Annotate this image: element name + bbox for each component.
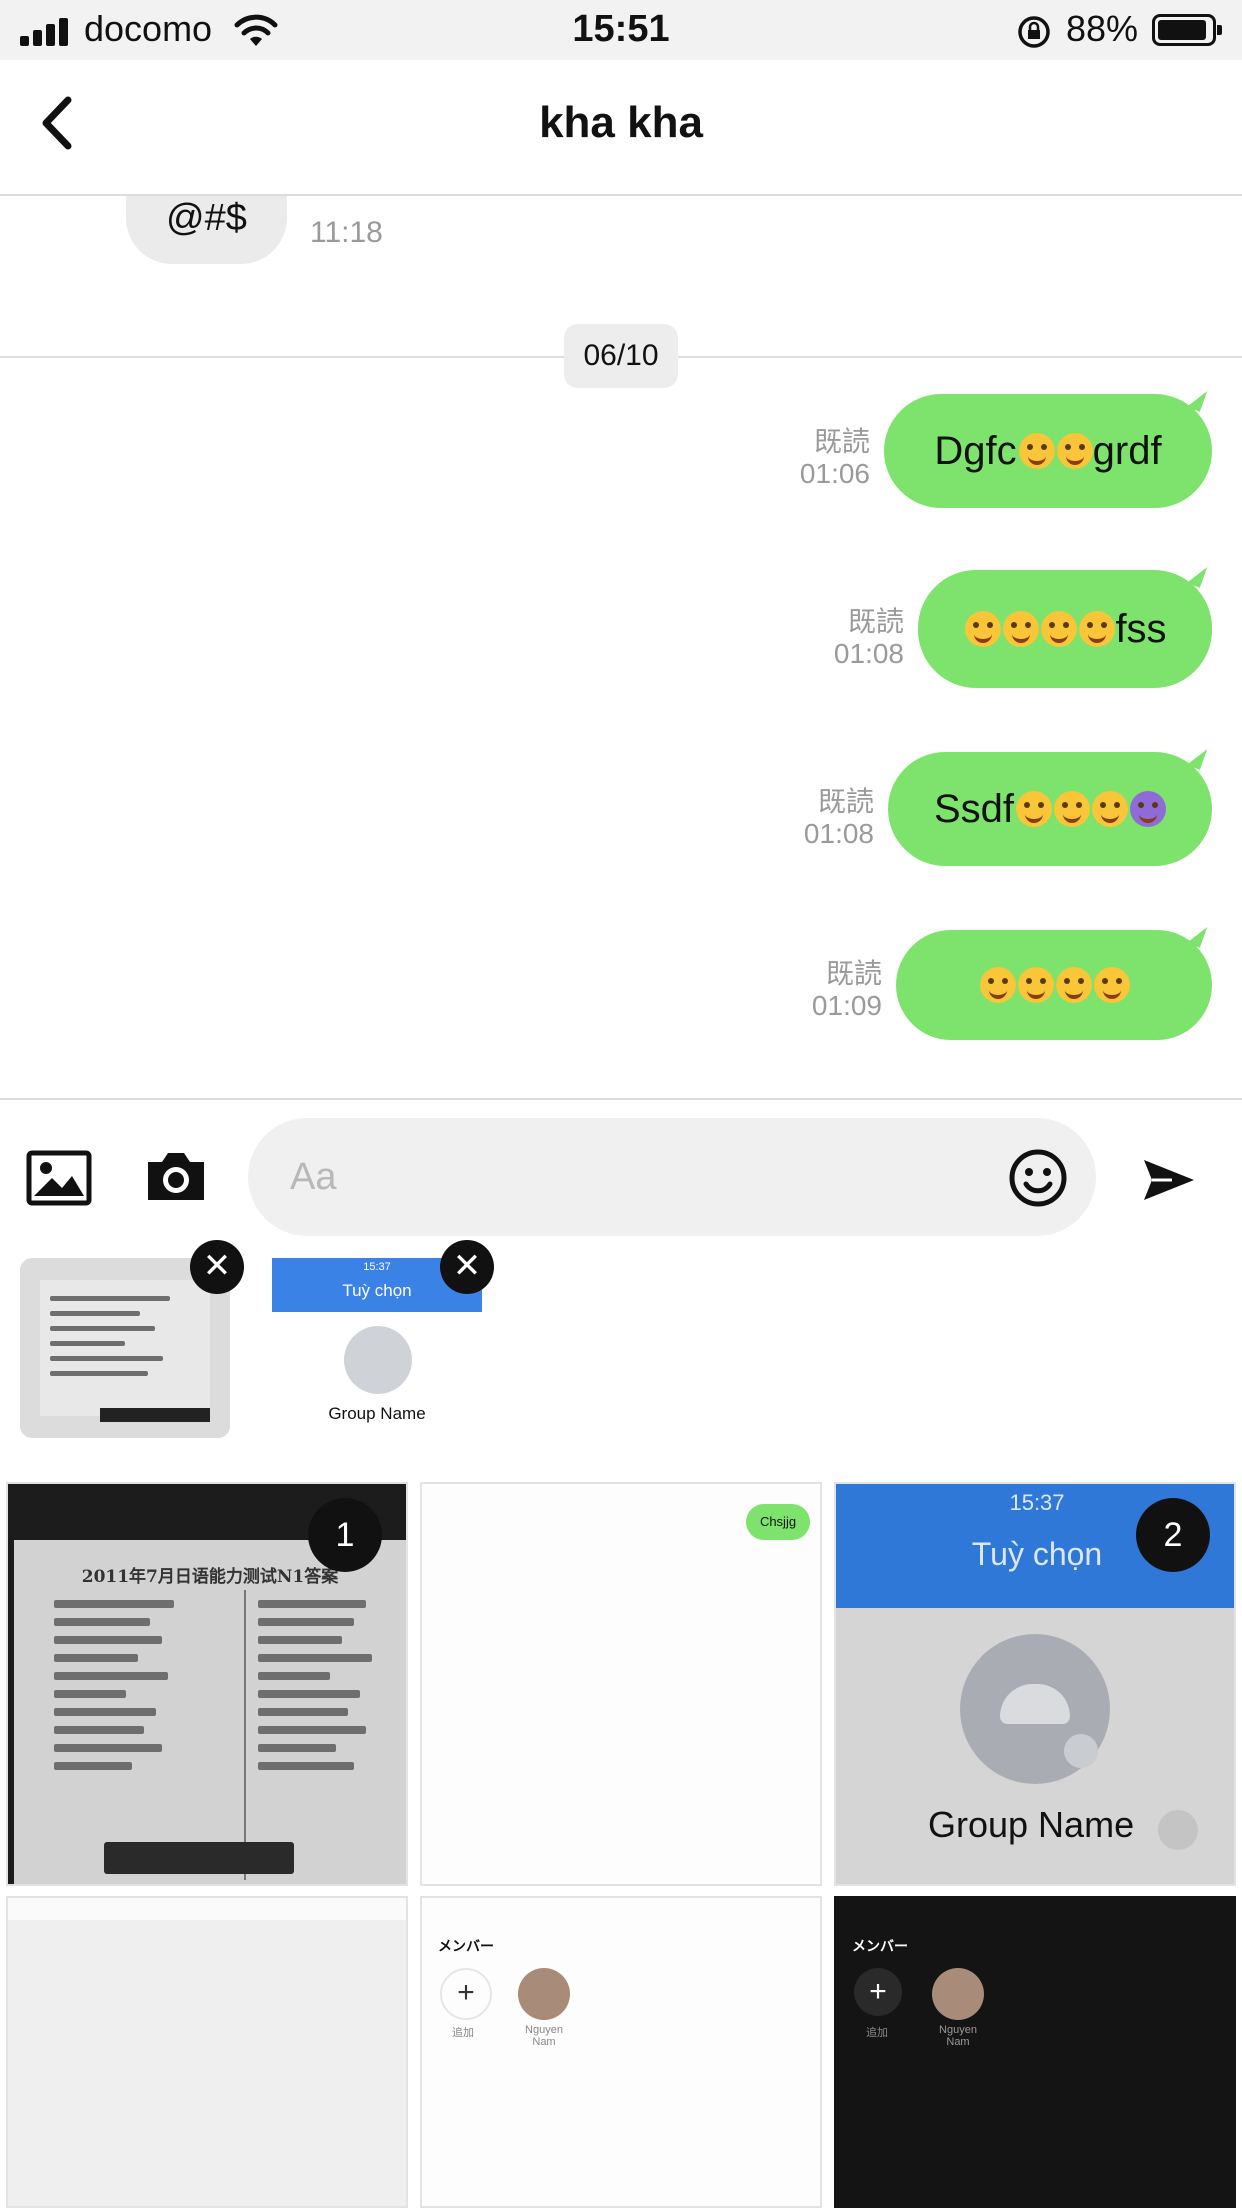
message-meta: 既読 01:09 bbox=[782, 958, 882, 1022]
kissing-emoji-icon bbox=[965, 611, 1002, 647]
add-member-icon: + bbox=[440, 1968, 492, 2020]
kissing-emoji-icon bbox=[980, 967, 1016, 1003]
photo-gallery[interactable]: 2011年7月日语能力测试N1答案 1 Chsjjg 15:37 Tuỳ chọ… bbox=[0, 1478, 1242, 2208]
devil-emoji-icon bbox=[1130, 791, 1167, 827]
winking-emoji-icon bbox=[1079, 611, 1116, 647]
group-avatar-icon bbox=[960, 1634, 1110, 1784]
message-time: 01:09 bbox=[811, 990, 882, 1021]
thumb-bubble: Chsjjg bbox=[746, 1504, 810, 1540]
yummy-emoji-icon bbox=[1016, 791, 1053, 827]
emoji-icon[interactable] bbox=[1008, 1148, 1068, 1208]
winking-emoji-icon bbox=[1092, 791, 1129, 827]
gallery-photo-members-dark[interactable]: メンバー + 追加 Nguyen Nam bbox=[834, 1896, 1236, 2208]
gallery-photo-chat[interactable]: Chsjjg bbox=[420, 1482, 822, 1886]
smiling-emoji-icon bbox=[1056, 967, 1092, 1003]
message-list[interactable]: @#$ 11:18 06/10 既読 01:06 Dgfc grdf 既読 01… bbox=[0, 196, 1242, 1098]
read-label: 既読 bbox=[847, 606, 904, 637]
clock: 15:51 bbox=[572, 8, 670, 50]
message-input[interactable]: Aa bbox=[248, 1118, 1096, 1236]
battery-icon bbox=[1152, 14, 1222, 46]
chat-title: kha kha bbox=[539, 98, 703, 147]
composer-bar: Aa bbox=[0, 1098, 1242, 1240]
thumb-group-name: Group Name bbox=[928, 1804, 1135, 1845]
battery-percent: 88% bbox=[1066, 8, 1139, 49]
message-time: 01:06 bbox=[799, 458, 870, 489]
camera-icon[interactable] bbox=[144, 1148, 208, 1204]
add-label: 追加 bbox=[452, 2027, 474, 2039]
grinning-emoji-icon bbox=[1018, 433, 1055, 469]
message-time: 01:08 bbox=[833, 638, 904, 669]
read-label: 既読 bbox=[825, 958, 882, 989]
message-meta: 既読 01:06 bbox=[770, 426, 870, 490]
outgoing-bubble[interactable]: fss bbox=[918, 570, 1212, 688]
chat-header: kha kha bbox=[0, 60, 1242, 196]
gallery-photo-blank[interactable] bbox=[6, 1896, 408, 2208]
grinning-emoji-icon bbox=[1056, 433, 1093, 469]
gallery-icon[interactable] bbox=[26, 1150, 92, 1206]
smiling-emoji-icon bbox=[1018, 967, 1054, 1003]
smiling-emoji-icon bbox=[1003, 611, 1040, 647]
message-time: 01:08 bbox=[803, 818, 874, 849]
laughing-tears-emoji-icon bbox=[1094, 967, 1130, 1003]
close-icon[interactable]: ✕ bbox=[190, 1240, 244, 1294]
add-label: 追加 bbox=[866, 2027, 888, 2039]
member-name: Nguyen Nam bbox=[939, 2024, 977, 2048]
camera-icon bbox=[1064, 1734, 1098, 1768]
status-bar: docomo 15:51 88% bbox=[0, 0, 1242, 60]
send-icon[interactable] bbox=[1142, 1156, 1196, 1204]
rotation-lock-icon bbox=[1018, 16, 1050, 48]
edit-icon bbox=[1158, 1810, 1198, 1850]
group-avatar-icon bbox=[344, 1326, 412, 1394]
members-label: メンバー bbox=[438, 1938, 494, 1954]
selection-badge: 2 bbox=[1136, 1498, 1210, 1572]
message-text: Dgfc bbox=[934, 428, 1017, 473]
message-text: Ssdf bbox=[933, 786, 1015, 831]
outgoing-bubble[interactable] bbox=[896, 930, 1212, 1040]
read-label: 既読 bbox=[813, 426, 870, 457]
members-label: メンバー bbox=[852, 1938, 908, 1954]
message-text: grdf bbox=[1092, 428, 1162, 473]
member-name: Nguyen Nam bbox=[525, 2024, 563, 2048]
outgoing-bubble[interactable]: Ssdf bbox=[888, 752, 1212, 866]
gallery-photo-members-light[interactable]: メンバー + 追加 Nguyen Nam bbox=[420, 1896, 822, 2208]
outgoing-bubble[interactable]: Dgfc grdf bbox=[884, 394, 1212, 508]
read-label: 既読 bbox=[817, 786, 874, 817]
message-text: fss bbox=[1115, 606, 1167, 651]
avatar bbox=[932, 1968, 984, 2020]
avatar bbox=[518, 1968, 570, 2020]
preview-group-name: Group Name bbox=[328, 1404, 426, 1423]
input-placeholder: Aa bbox=[290, 1156, 337, 1198]
incoming-bubble[interactable]: @#$ bbox=[126, 196, 287, 264]
date-separator: 06/10 bbox=[564, 324, 678, 388]
close-icon[interactable]: ✕ bbox=[440, 1240, 494, 1294]
add-member-icon: + bbox=[854, 1968, 902, 2016]
incoming-text: @#$ bbox=[166, 197, 247, 239]
selection-badge: 1 bbox=[308, 1498, 382, 1572]
incoming-time: 11:18 bbox=[310, 216, 383, 249]
message-meta: 既読 01:08 bbox=[804, 606, 904, 670]
winking-emoji-icon bbox=[1041, 611, 1078, 647]
yummy-emoji-icon bbox=[1054, 791, 1091, 827]
message-meta: 既読 01:08 bbox=[774, 786, 874, 850]
